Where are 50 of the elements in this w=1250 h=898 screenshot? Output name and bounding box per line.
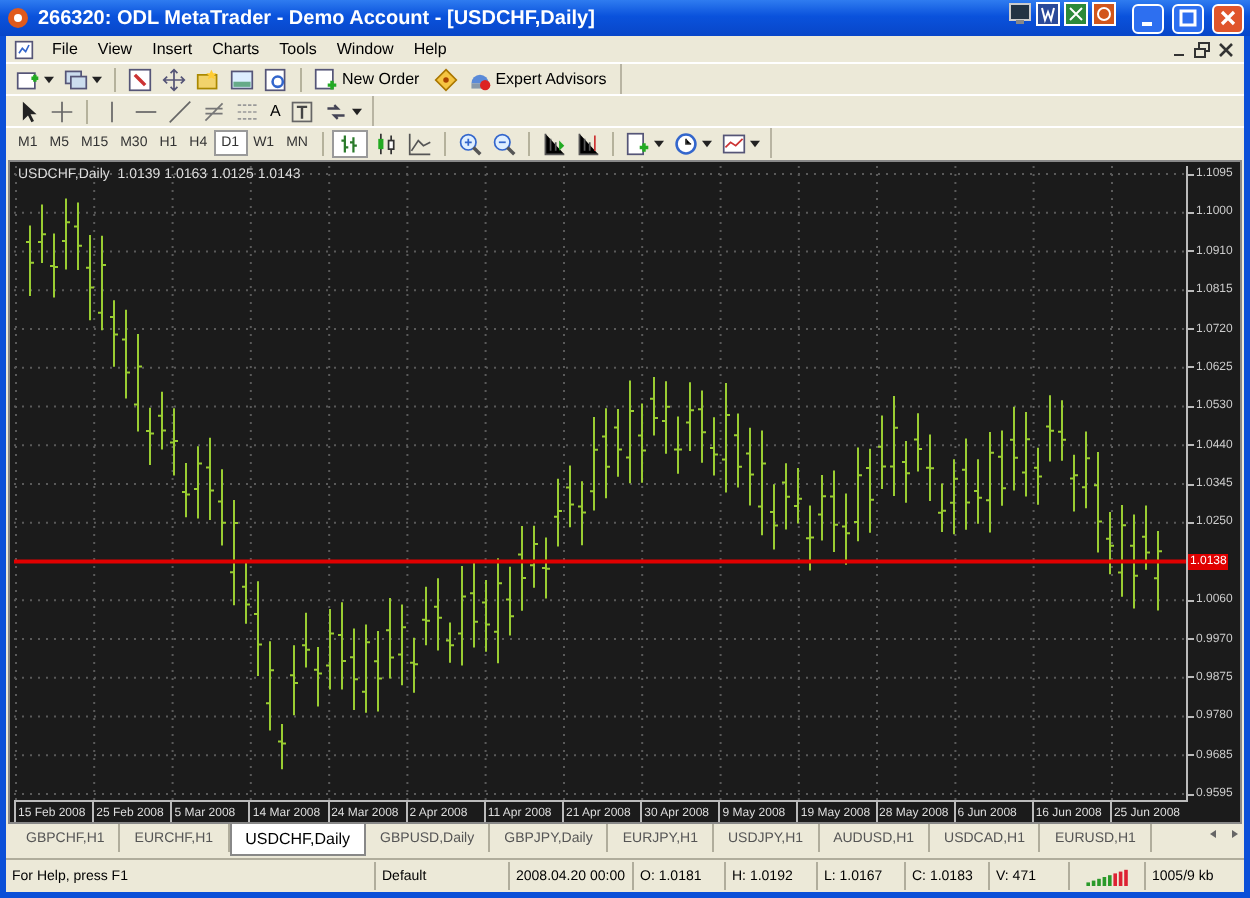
maximize-icon [1178,8,1198,28]
add-indicator-button[interactable] [621,129,668,157]
restore-icon [1194,41,1210,57]
bar-chart-icon[interactable] [331,129,368,157]
monitor-icon[interactable] [1008,2,1032,26]
close-icon [1218,41,1234,57]
new-order-button[interactable]: New Order [310,65,428,93]
menu-item[interactable]: Window [326,40,404,58]
arrows-icon [324,99,349,123]
clock-icon [673,131,698,155]
line-chart-icon[interactable] [403,129,436,157]
window-title: 266320: ODL MetaTrader - Demo Account - [USDCHF,Daily] [38,7,597,29]
close-button[interactable] [1216,39,1236,59]
minimize-icon [1141,22,1151,26]
menu-item[interactable]: Insert [142,40,203,58]
navigator-icon[interactable] [158,65,190,93]
close-icon [1218,8,1238,28]
caret-icon [749,139,760,147]
menu-item[interactable]: Tools [269,40,327,58]
minimize-button[interactable] [1132,3,1164,33]
document-plus-icon [314,67,338,91]
crosshair-icon[interactable] [46,97,78,125]
menu-item[interactable]: Charts [202,40,270,58]
periods-button[interactable] [669,129,716,157]
presentation-icon[interactable] [1092,2,1116,26]
spreadsheet-icon[interactable] [1064,2,1088,26]
templates-button[interactable] [717,129,764,157]
app-icon [6,6,30,30]
connection-bars-icon [1085,867,1129,885]
menu-item[interactable]: View [87,40,143,58]
caret-icon [653,139,664,147]
document-plus-icon [625,131,650,155]
restore-button[interactable] [1192,39,1212,59]
text-tool-button[interactable]: A [266,97,285,125]
chart-tab[interactable]: USDCHF,Daily [229,824,367,856]
menu-item[interactable]: File [42,40,88,58]
caret-icon [352,107,363,115]
profiles-button[interactable] [60,65,106,93]
expert-advisors-button[interactable]: Expert Advisors [463,65,615,93]
caret-icon [92,75,102,83]
document-icon[interactable] [1036,2,1060,26]
windows-icon [64,67,88,91]
minimize-icon [1173,54,1183,56]
new-chart-icon [16,67,40,91]
trend-line-icon[interactable] [164,97,196,125]
chart-template-icon [721,131,746,155]
caret-icon [701,139,712,147]
caret-icon [44,75,54,83]
menu-item[interactable]: Help [403,40,457,58]
maximize-button[interactable] [1172,3,1204,33]
